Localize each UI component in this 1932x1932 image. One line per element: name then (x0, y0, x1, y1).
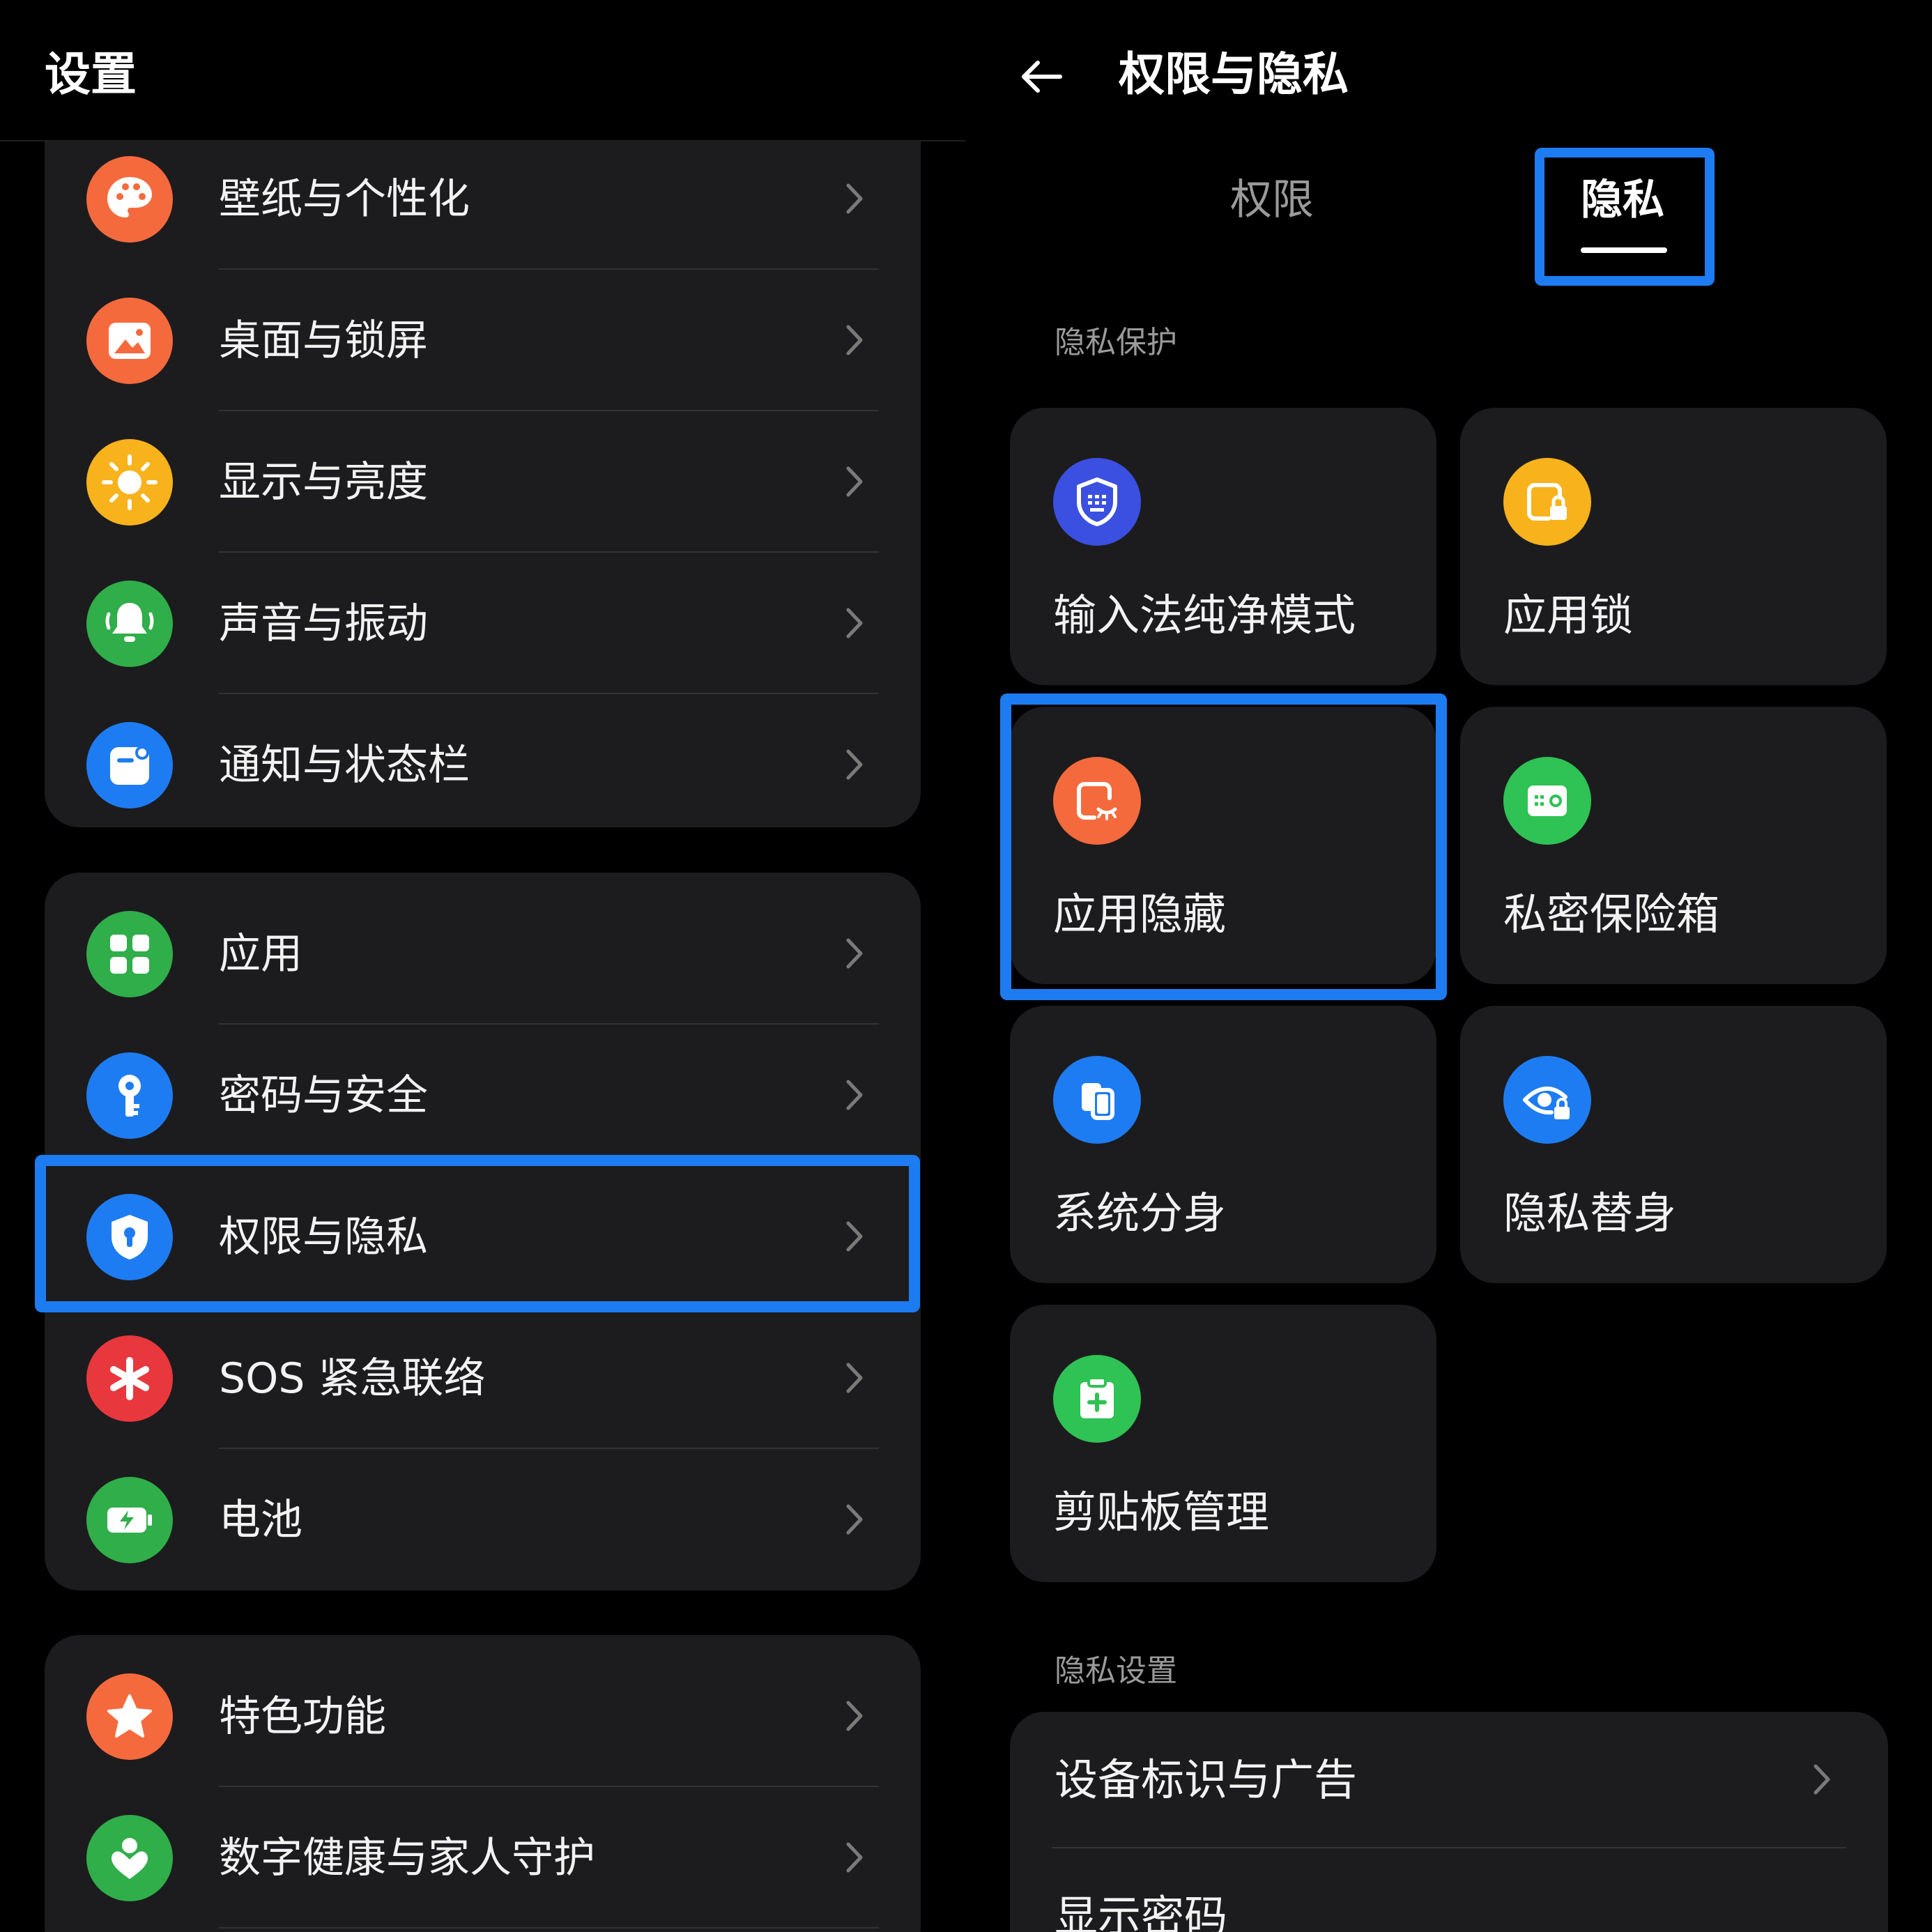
apps-grid-icon (86, 911, 173, 997)
settings-item-sos[interactable]: SOS 紧急联络 (45, 1308, 921, 1449)
settings-item-label: 设备标识与广告 (1055, 1754, 1358, 1805)
chevron-right-icon (846, 749, 863, 780)
page-title: 权限与隐私 (1119, 47, 1349, 101)
settings-item-label: 电池 (219, 1496, 302, 1544)
settings-item-label: 数字健康与家人守护 (219, 1834, 595, 1883)
card-input-method-clean-mode[interactable]: 输入法纯净模式 (1010, 408, 1436, 685)
settings-item-label: 密码与安全 (219, 1071, 428, 1120)
settings-group-system: 应用 密码与安全 权限与隐私 SOS 紧急联络 电池 (45, 873, 921, 1590)
chevron-right-icon (846, 183, 863, 214)
chevron-right-icon (846, 1842, 863, 1873)
safe-icon (1503, 757, 1591, 845)
page-title: 设置 (45, 47, 137, 101)
settings-item-label: 显示密码 (1055, 1891, 1228, 1932)
sun-icon (86, 439, 173, 526)
card-label: 输入法纯净模式 (1053, 590, 1356, 641)
app-hide-icon (1053, 757, 1141, 845)
picture-icon (86, 298, 173, 384)
settings-item-password[interactable]: 密码与安全 (45, 1025, 921, 1166)
settings-item-label: 应用 (219, 930, 302, 979)
clone-icon (1053, 1056, 1141, 1144)
settings-item-features[interactable]: 特色功能 (45, 1646, 921, 1787)
card-label: 系统分身 (1053, 1188, 1227, 1239)
star-icon (86, 1673, 173, 1760)
settings-item-label: SOS 紧急联络 (219, 1354, 486, 1403)
shield-icon (86, 1194, 173, 1280)
header: 设置 (0, 0, 965, 141)
settings-item-device-id-ads[interactable]: 设备标识与广告 (1010, 1712, 1888, 1848)
asterisk-icon (86, 1335, 173, 1422)
clipboard-icon (1053, 1355, 1141, 1443)
section-header-privacy-settings: 隐私设置 (1055, 1653, 1177, 1689)
chevron-right-icon (846, 1221, 863, 1252)
settings-item-label: 显示与亮度 (219, 458, 428, 507)
key-icon (86, 1052, 173, 1139)
settings-item-label: 通知与状态栏 (219, 741, 470, 790)
card-label: 隐私替身 (1503, 1188, 1677, 1239)
card-privacy-substitute[interactable]: 隐私替身 (1460, 1006, 1887, 1283)
settings-item-apps[interactable]: 应用 (45, 883, 921, 1025)
card-label: 应用隐藏 (1053, 889, 1227, 940)
settings-item-display[interactable]: 显示与亮度 (45, 411, 921, 553)
active-tab-indicator (1581, 247, 1667, 253)
chevron-right-icon (846, 466, 863, 497)
eye-lock-icon (1503, 1056, 1591, 1144)
app-lock-icon (1503, 458, 1591, 546)
section-header-privacy-protection: 隐私保护 (1055, 325, 1177, 360)
settings-item-label: 壁纸与个性化 (219, 175, 470, 224)
card-private-safe[interactable]: 私密保险箱 (1460, 707, 1887, 984)
palette-icon (86, 156, 173, 243)
card-clipboard-management[interactable]: 剪贴板管理 (1010, 1305, 1436, 1582)
chevron-right-icon (846, 325, 863, 355)
battery-icon (86, 1477, 173, 1563)
settings-group-features: 特色功能 数字健康与家人守护 (45, 1635, 921, 1932)
settings-item-label: 桌面与锁屏 (219, 316, 428, 365)
settings-item-label: 声音与振动 (219, 599, 428, 648)
back-arrow-icon[interactable] (1014, 49, 1070, 105)
settings-item-notification[interactable]: 通知与状态栏 (45, 694, 921, 836)
settings-item-wallpaper[interactable]: 壁纸与个性化 (45, 128, 921, 270)
card-label: 私密保险箱 (1503, 889, 1720, 940)
chevron-right-icon (846, 1080, 863, 1110)
heart-person-icon (86, 1815, 173, 1901)
card-app-hide[interactable]: 应用隐藏 (1010, 707, 1436, 984)
divider (219, 1927, 879, 1929)
chevron-right-icon (846, 1363, 863, 1393)
notification-icon (86, 722, 173, 808)
chevron-right-icon (846, 1504, 863, 1535)
card-system-clone[interactable]: 系统分身 (1010, 1006, 1436, 1283)
tab-permissions[interactable]: 权限 (1230, 172, 1314, 228)
chevron-right-icon (846, 1701, 863, 1731)
settings-panel: 壁纸与个性化 桌面与锁屏 显示与亮度 声音与振动 通知与状态栏 应用 密码与安全… (0, 0, 965, 1932)
settings-item-label: 权限与隐私 (219, 1213, 428, 1262)
card-label: 应用锁 (1503, 590, 1634, 641)
chevron-right-icon (846, 938, 863, 969)
settings-item-battery[interactable]: 电池 (45, 1449, 921, 1590)
settings-item-digital-wellbeing[interactable]: 数字健康与家人守护 (45, 1787, 921, 1929)
chevron-right-icon (1814, 1764, 1830, 1795)
settings-item-show-password[interactable]: 显示密码 (1010, 1848, 1888, 1932)
card-label: 剪贴板管理 (1053, 1487, 1270, 1538)
privacy-settings-group: 设备标识与广告 显示密码 (1010, 1712, 1888, 1932)
settings-item-privacy[interactable]: 权限与隐私 (45, 1166, 921, 1308)
card-app-lock[interactable]: 应用锁 (1460, 408, 1887, 685)
settings-item-label: 特色功能 (219, 1692, 386, 1741)
tab-privacy[interactable]: 隐私 (1581, 172, 1664, 228)
privacy-panel: 权限与隐私 权限 隐私 隐私保护 输入法纯净模式 应用锁 应用隐藏 私密保险箱 … (965, 0, 1932, 1932)
settings-group-personalization: 壁纸与个性化 桌面与锁屏 显示与亮度 声音与振动 通知与状态栏 (45, 84, 921, 827)
keyboard-shield-icon (1053, 458, 1141, 546)
settings-item-sound[interactable]: 声音与振动 (45, 553, 921, 694)
settings-item-desktop[interactable]: 桌面与锁屏 (45, 270, 921, 411)
chevron-right-icon (846, 608, 863, 638)
bell-icon (86, 581, 173, 667)
